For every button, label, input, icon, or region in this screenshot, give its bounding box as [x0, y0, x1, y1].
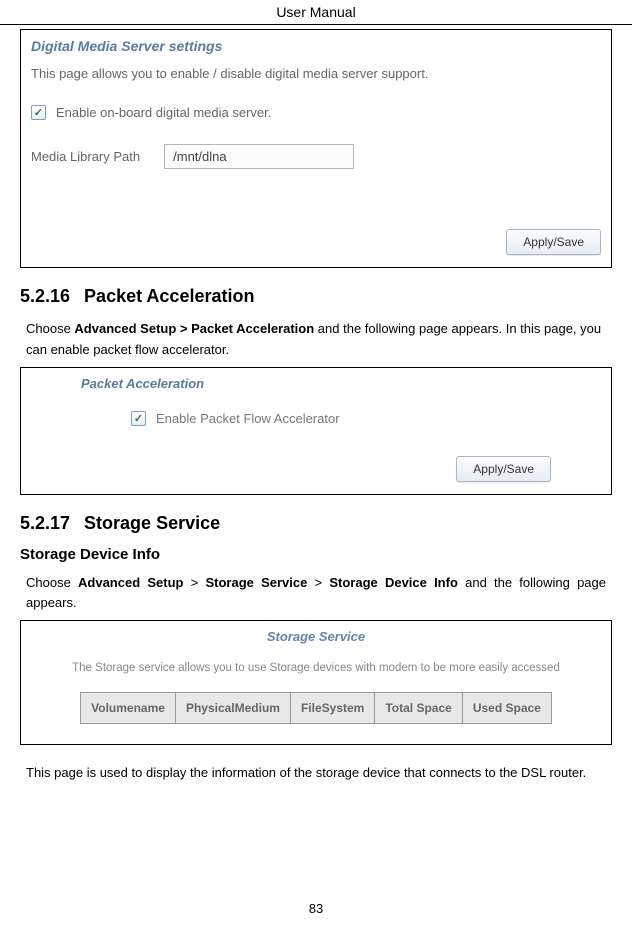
checkbox-icon[interactable]: ✓: [131, 411, 146, 426]
storage-table-header: Volumename PhysicalMedium FileSystem Tot…: [41, 692, 591, 724]
page-number: 83: [0, 901, 632, 916]
section-5-2-16-heading: 5.2.16 Packet Acceleration: [20, 286, 612, 307]
text-fragment: >: [307, 575, 329, 590]
table-header-physicalmedium: PhysicalMedium: [176, 692, 291, 724]
media-library-input[interactable]: /mnt/dlna: [164, 144, 354, 169]
dms-enable-label: Enable on-board digital media server.: [56, 105, 271, 120]
table-header-totalspace: Total Space: [375, 692, 462, 724]
bold-path: Advanced Setup > Packet Acceleration: [74, 321, 314, 336]
storage-service-title: Storage Service: [41, 629, 591, 644]
packet-accel-title: Packet Acceleration: [81, 376, 551, 391]
bold-path: Storage Device Info: [329, 575, 458, 590]
section-title: Packet Acceleration: [84, 286, 254, 306]
section-5-2-17-text: Choose Advanced Setup > Storage Service …: [26, 573, 606, 615]
apply-save-button[interactable]: Apply/Save: [456, 456, 551, 482]
section-title: Storage Service: [84, 513, 220, 533]
post-storage-text: This page is used to display the informa…: [26, 763, 606, 784]
section-number: 5.2.17: [20, 513, 70, 533]
table-header-usedspace: Used Space: [463, 692, 552, 724]
packet-accel-screenshot-frame: Packet Acceleration ✓ Enable Packet Flow…: [20, 367, 612, 495]
section-5-2-17-heading: 5.2.17 Storage Service: [20, 513, 612, 534]
text-fragment: Choose: [26, 321, 74, 336]
section-number: 5.2.16: [20, 286, 70, 306]
dms-title: Digital Media Server settings: [31, 38, 601, 54]
page-header: User Manual: [0, 0, 632, 25]
text-fragment: Choose: [26, 575, 78, 590]
section-5-2-16-text: Choose Advanced Setup > Packet Accelerat…: [26, 319, 606, 361]
media-library-label: Media Library Path: [31, 149, 140, 164]
packet-accel-enable-label: Enable Packet Flow Accelerator: [156, 411, 340, 426]
checkbox-icon[interactable]: ✓: [31, 105, 46, 120]
bold-path: Storage Service: [205, 575, 307, 590]
text-fragment: >: [183, 575, 205, 590]
table-header-volumename: Volumename: [80, 692, 176, 724]
dms-screenshot-frame: Digital Media Server settings This page …: [20, 29, 612, 268]
storage-service-screenshot-frame: Storage Service The Storage service allo…: [20, 620, 612, 745]
table-header-filesystem: FileSystem: [291, 692, 375, 724]
dms-enable-row: ✓ Enable on-board digital media server.: [31, 105, 601, 120]
media-library-row: Media Library Path /mnt/dlna: [31, 144, 601, 169]
bold-path: Advanced Setup: [78, 575, 183, 590]
storage-device-info-subheading: Storage Device Info: [20, 546, 612, 563]
storage-service-description: The Storage service allows you to use St…: [41, 662, 591, 674]
packet-accel-enable-row: ✓ Enable Packet Flow Accelerator: [131, 411, 551, 426]
dms-description: This page allows you to enable / disable…: [31, 66, 601, 81]
dms-button-row: Apply/Save: [31, 229, 601, 255]
packet-accel-button-row: Apply/Save: [81, 456, 551, 482]
apply-save-button[interactable]: Apply/Save: [506, 229, 601, 255]
page-content: Digital Media Server settings This page …: [0, 29, 632, 784]
